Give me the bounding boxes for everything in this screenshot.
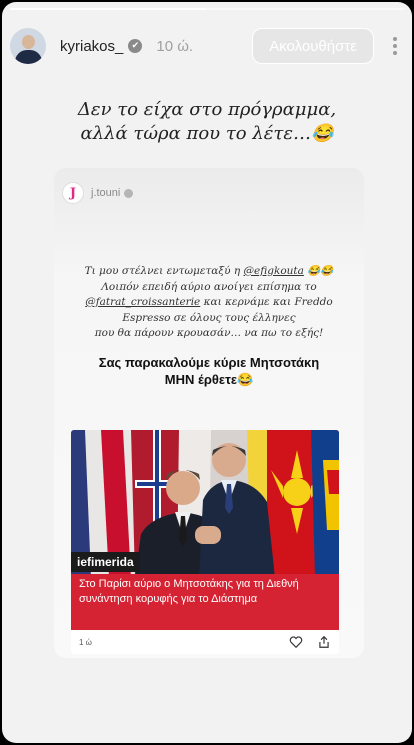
story-progress-bar <box>10 8 404 10</box>
mention-link[interactable]: @efigkouta <box>244 265 304 277</box>
shared-post-quote: Τι μου στέλνει εντωμεταξύ η @efigkouta 😂… <box>64 264 354 342</box>
story-caption: Δεν το είχα στο πρόγραμμα, αλλά τώρα που… <box>2 98 412 146</box>
caption-line-2: αλλά τώρα που το λέτε…😂 <box>80 123 334 144</box>
news-link-card[interactable]: iefimerida Στο Παρίσι αύριο ο Μητσοτάκης… <box>71 430 339 654</box>
news-brand-logo: iefimerida <box>71 552 140 572</box>
heart-icon[interactable] <box>289 635 303 649</box>
story-frame: kyriakos_ ✔ 10 ώ. Ακολουθήστε Δεν το είχ… <box>2 2 412 743</box>
quote-line: Espresso σε όλους τους έλληνες <box>122 311 296 324</box>
avatar[interactable] <box>10 28 46 64</box>
story-header: kyriakos_ ✔ 10 ώ. Ακολουθήστε <box>10 24 404 68</box>
news-age: 1 ώ <box>79 637 92 647</box>
verified-badge-icon <box>124 188 134 198</box>
headline-line-2: ΜΗΝ έρθετε😂 <box>164 372 254 387</box>
shared-post-avatar: J <box>62 182 84 204</box>
quote-text: 😂😂 <box>303 265 334 277</box>
share-icon[interactable] <box>317 635 331 649</box>
headline-line-1: Σας παρακαλούμε κύριε Μητσοτάκη <box>98 355 320 370</box>
shared-post-card[interactable]: J j.touni Τι μου στέλνει εντωμεταξύ η @e… <box>54 168 364 658</box>
more-options-icon[interactable] <box>386 34 404 58</box>
mention-link[interactable]: @fatrat_croissanterie <box>85 296 200 308</box>
quote-text: και κερνάμε και Freddo <box>200 296 333 308</box>
follow-button[interactable]: Ακολουθήστε <box>252 28 374 64</box>
quote-line: που θα πάρουν κρουασάν… να πω το εξής! <box>94 327 324 339</box>
post-time: 10 ώ. <box>156 37 194 55</box>
verified-badge-icon: ✔ <box>128 39 143 53</box>
shared-post-headline: Σας παρακαλούμε κύριε Μητσοτάκη ΜΗΝ έρθε… <box>54 354 364 388</box>
quote-line: Λοιπόν επειδή αύριο ανοίγει επίσημα το <box>101 280 317 293</box>
news-footer: 1 ώ <box>71 630 339 654</box>
quote-text: Τι μου στέλνει εντωμεταξύ η <box>84 265 244 277</box>
news-headline[interactable]: Στο Παρίσι αύριο ο Μητσοτάκης για τη Διε… <box>71 574 339 630</box>
caption-line-1: Δεν το είχα στο πρόγραμμα, <box>77 99 337 120</box>
shared-post-header: J j.touni <box>62 182 134 204</box>
username[interactable]: kyriakos_ <box>60 38 123 55</box>
news-photo: iefimerida <box>71 430 339 578</box>
shared-post-username: j.touni <box>91 187 121 199</box>
story-progress-fill <box>10 8 207 10</box>
